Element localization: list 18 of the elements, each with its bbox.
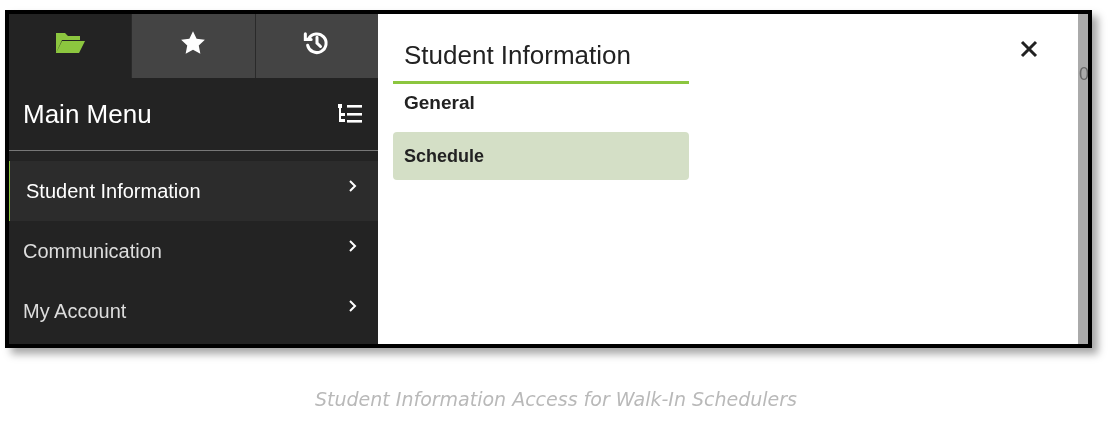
menu-tab[interactable] (254, 14, 378, 78)
tree-list-icon[interactable] (336, 102, 364, 126)
folder-icon (54, 31, 87, 55)
menu-item[interactable]: My Account (9, 281, 378, 341)
history-icon (302, 29, 331, 57)
menu-item[interactable]: Student Information (9, 161, 378, 221)
close-icon[interactable] (1020, 40, 1038, 58)
chevron-right-icon (348, 239, 358, 253)
menu-link[interactable]: Schedule (393, 132, 689, 180)
background-text: 0 (1079, 64, 1088, 85)
section-heading: General (403, 91, 476, 115)
figure-caption: Student Information Access for Walk-In Schedulers (314, 388, 798, 410)
panel-title: Student Information (393, 40, 689, 84)
menu-item[interactable]: Communication (9, 221, 378, 281)
chevron-right-icon (348, 179, 358, 193)
chevron-right-icon (348, 299, 358, 313)
menu-tab[interactable] (131, 14, 255, 78)
menu-title: Main Menu (23, 98, 152, 130)
